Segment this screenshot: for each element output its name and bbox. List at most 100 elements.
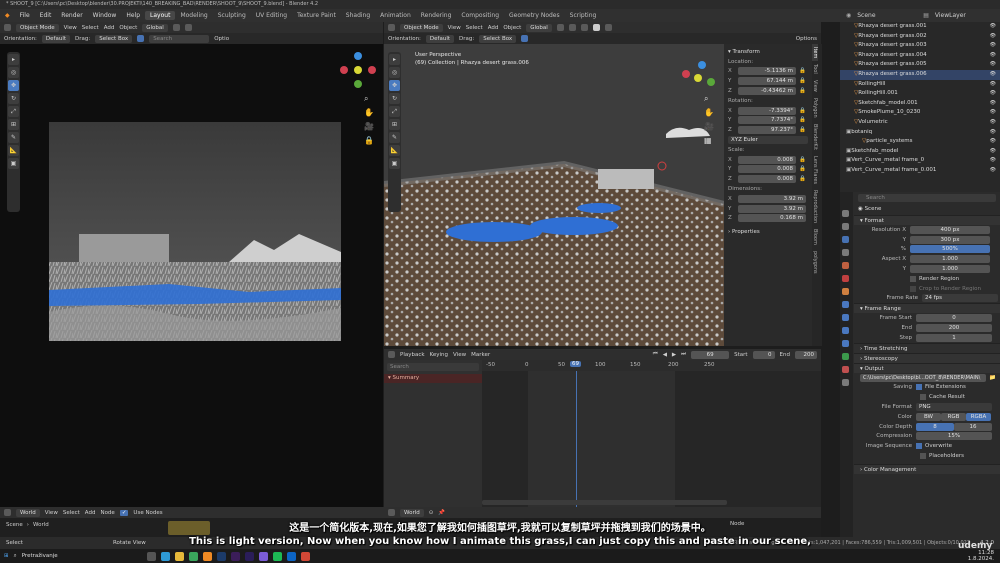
chrome-icon[interactable] [188, 551, 198, 561]
rot-lock-y-icon[interactable]: 🔒 [799, 117, 806, 123]
scale-y-row[interactable]: Y 0.008 🔒 [728, 165, 808, 175]
tab-uv-editing[interactable]: UV Editing [251, 11, 292, 20]
node-menu-add[interactable]: Add [85, 510, 96, 516]
photoshop-icon[interactable] [216, 551, 226, 561]
time-stretching-header[interactable]: › Time Stretching [854, 342, 1000, 353]
visibility-eye-icon[interactable]: 👁 [990, 41, 996, 51]
rotate-tool-icon[interactable]: ↻ [8, 93, 19, 104]
tab-geometry-nodes[interactable]: Geometry Nodes [504, 11, 565, 20]
sidebar-tab-bloom[interactable]: Bloom [812, 226, 818, 248]
jump-end-icon[interactable]: ⏭ [681, 351, 686, 358]
add-cube-tool-icon[interactable]: ▣ [8, 158, 19, 169]
dimensions-y-field[interactable]: 3.92 m [738, 204, 806, 213]
visibility-eye-icon[interactable]: 👁 [990, 70, 996, 80]
depth-8-option[interactable]: 8 [916, 422, 954, 431]
rot-lock-z-icon[interactable]: 🔒 [799, 127, 806, 133]
location-z-row[interactable]: Z -0.43462 m 🔒 [728, 86, 808, 96]
camera-icon[interactable]: 🎥 [364, 120, 374, 134]
taskbar-search[interactable]: Pretraživanje [22, 553, 142, 559]
sidebar-tab-polygon[interactable]: Polygon [812, 95, 818, 121]
cache-checkbox[interactable] [920, 394, 926, 401]
left-options-button[interactable]: Optio [214, 36, 229, 42]
blender-logo-icon[interactable]: ◆ [0, 12, 15, 19]
visibility-eye-icon[interactable]: 👁 [990, 108, 996, 118]
properties-subpanel[interactable]: › Properties [728, 227, 808, 237]
play-reverse-icon[interactable]: ◀ [663, 352, 667, 358]
visibility-eye-icon[interactable]: 👁 [990, 118, 996, 128]
scale-x-row[interactable]: X 0.008 🔒 [728, 155, 808, 165]
frame-rate-dropdown[interactable]: 24 fps [922, 294, 998, 303]
use-nodes-checkbox[interactable]: ✓ [119, 509, 129, 516]
cache-row[interactable]: Cache Result [854, 392, 1000, 402]
menu-edit[interactable]: Edit [35, 12, 57, 19]
tab-texture-paint[interactable]: Texture Paint [292, 11, 341, 20]
dimensions-x-row[interactable]: X 3.92 m [728, 194, 808, 204]
location-z-field[interactable]: -0.43462 m [738, 87, 796, 96]
outliner-item[interactable]: ▽ Rhazya desert grass.006 👁 [840, 69, 1000, 80]
timeline-menu-view[interactable]: View [453, 352, 466, 358]
app-icon-4[interactable] [300, 551, 310, 561]
sidebar-tab-tool[interactable]: Tool [812, 61, 818, 77]
color-management-header[interactable]: › Color Management [854, 463, 1000, 474]
physics-props-icon[interactable] [842, 327, 849, 334]
left-drag-dropdown[interactable]: Select Box [95, 34, 133, 43]
sidebar-tab-lens-flares[interactable]: Lens Flares [812, 153, 818, 187]
main-annotate-tool-icon[interactable]: ✎ [389, 132, 400, 143]
folder-icon[interactable]: 📁 [989, 375, 996, 381]
lock-y-icon[interactable]: 🔒 [799, 78, 806, 84]
rotation-y-field[interactable]: 7.7374° [738, 116, 796, 125]
frame-step-field[interactable]: 1 [916, 333, 992, 342]
timeline-menu-marker[interactable]: Marker [471, 352, 490, 358]
node-editor-icon[interactable] [4, 509, 11, 516]
scale-lock-x-icon[interactable]: 🔒 [799, 157, 806, 163]
render-props-icon[interactable] [842, 223, 849, 230]
location-y-field[interactable]: 67.144 m [738, 77, 796, 86]
res-y-field[interactable]: 300 px [910, 235, 990, 244]
outliner-item[interactable]: ▽ Rhazya desert grass.004 👁 [840, 51, 1000, 61]
main-add-cube-tool-icon[interactable]: ▣ [389, 158, 400, 169]
scene-name[interactable]: Scene [857, 12, 917, 19]
end-frame-field[interactable]: 200 [795, 350, 817, 359]
view-layer-props-icon[interactable] [842, 249, 849, 256]
fake-user-icon[interactable]: ⊙ [429, 510, 434, 516]
crop-region-row[interactable]: Crop to Render Region [854, 284, 1000, 294]
dimensions-y-row[interactable]: Y 3.92 m [728, 204, 808, 214]
depth-16-option[interactable]: 16 [954, 422, 992, 431]
placeholders-row[interactable]: Placeholders [854, 451, 1000, 461]
main-menu-select[interactable]: Select [466, 25, 483, 31]
premiere-icon[interactable] [230, 551, 240, 561]
visibility-eye-icon[interactable]: 👁 [990, 32, 996, 42]
outliner-item[interactable]: ▽ RollingHill.001 👁 [840, 89, 1000, 99]
main-measure-tool-icon[interactable]: 📐 [389, 145, 400, 156]
world-props-icon[interactable] [842, 275, 849, 282]
tab-scripting[interactable]: Scripting [565, 11, 602, 20]
left-menu-object[interactable]: Object [119, 25, 137, 31]
scale-lock-y-icon[interactable]: 🔒 [799, 166, 806, 172]
explorer-icon[interactable] [174, 551, 184, 561]
timeline-menu-keying[interactable]: Keying [430, 352, 448, 358]
visibility-eye-icon[interactable]: 👁 [990, 89, 996, 99]
current-frame-field[interactable]: 69 [691, 350, 730, 359]
node-menu-view[interactable]: View [45, 510, 58, 516]
output-panel-header[interactable]: ▾ Output [854, 362, 1000, 373]
visibility-eye-icon[interactable]: 👁 [990, 137, 996, 147]
frame-start-field[interactable]: 0 [916, 314, 992, 323]
file-ext-checkbox[interactable] [916, 384, 922, 391]
visibility-eye-icon[interactable]: 👁 [990, 80, 996, 90]
main-snap-icon[interactable] [556, 24, 564, 31]
left-menu-select[interactable]: Select [82, 25, 99, 31]
shading-material-icon[interactable] [604, 24, 612, 31]
outliner-item[interactable]: ▽ Rhazya desert grass.002 👁 [840, 32, 1000, 42]
main-mode-dropdown[interactable]: Object Mode [400, 23, 443, 32]
app-icon-2[interactable] [272, 551, 282, 561]
outliner-item[interactable]: ▽ Volumetric 👁 [840, 118, 1000, 128]
tab-shading[interactable]: Shading [341, 11, 375, 20]
output-props-icon[interactable] [842, 236, 849, 243]
visibility-eye-icon[interactable]: 👁 [990, 60, 996, 70]
main-zoom-icon[interactable]: ⌕ [704, 92, 714, 106]
material-props-icon[interactable] [842, 366, 849, 373]
main-select-tool-icon[interactable]: ▸ [389, 54, 400, 65]
render-region-checkbox[interactable] [910, 275, 916, 282]
timeline-menu-playback[interactable]: Playback [400, 352, 425, 358]
task-view-icon[interactable] [146, 551, 156, 561]
